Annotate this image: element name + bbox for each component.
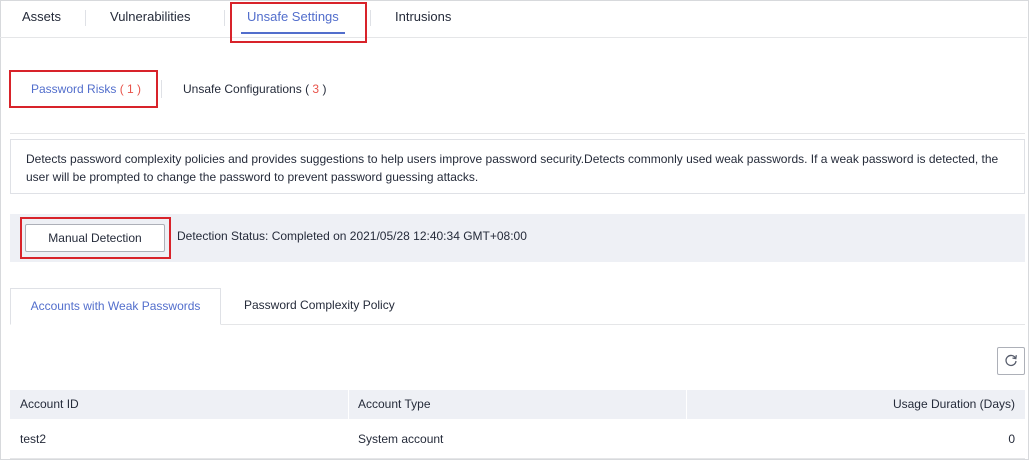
cell-account-id: test2 [20,432,47,446]
weak-password-table: Account ID Account Type Usage Duration (… [10,390,1025,459]
detection-status: Detection Status: Completed on 2021/05/2… [177,229,527,243]
tab-separator [224,10,225,26]
description-box: Detects password complexity policies and… [10,139,1025,194]
refresh-icon [1004,353,1018,370]
tab-accounts-weak-passwords[interactable]: Accounts with Weak Passwords [10,288,221,325]
column-header-account-type: Account Type [358,397,431,411]
tab-assets[interactable]: Assets [22,0,61,36]
tab-intrusions[interactable]: Intrusions [395,0,451,36]
tab-separator [370,10,371,26]
subtab-divider [10,133,1025,134]
cell-usage-duration: 0 [1008,432,1015,446]
subtab-unsafe-configurations-count-close: ) [319,82,327,96]
column-divider [686,390,687,419]
tab-vulnerabilities[interactable]: Vulnerabilities [110,0,190,36]
tab-separator [85,10,86,26]
table-row: test2 System account 0 [10,419,1025,459]
table-header: Account ID Account Type Usage Duration (… [10,390,1025,419]
subtab-password-risks-count: ( 1 ) [119,82,142,96]
subtab-password-risks[interactable]: Password Risks ( 1 ) [31,80,141,98]
top-tab-bar: Assets Vulnerabilities Unsafe Settings I… [0,0,1027,38]
column-divider [348,390,349,419]
cell-account-type: System account [358,432,444,446]
column-header-usage-duration: Usage Duration (Days) [892,397,1015,411]
subtab-unsafe-configurations[interactable]: Unsafe Configurations ( 3 ) [183,80,326,98]
refresh-button[interactable] [997,347,1025,375]
subtab-separator [161,80,162,98]
manual-detection-button[interactable]: Manual Detection [25,224,165,252]
detection-bar: Manual Detection Detection Status: Compl… [10,214,1025,262]
column-header-account-id: Account ID [20,397,79,411]
subtab-unsafe-configurations-label: Unsafe Configurations [183,82,302,96]
subtab-password-risks-label: Password Risks [31,82,117,96]
tab-password-complexity-policy[interactable]: Password Complexity Policy [244,288,395,325]
tab-unsafe-settings[interactable]: Unsafe Settings [241,0,345,36]
